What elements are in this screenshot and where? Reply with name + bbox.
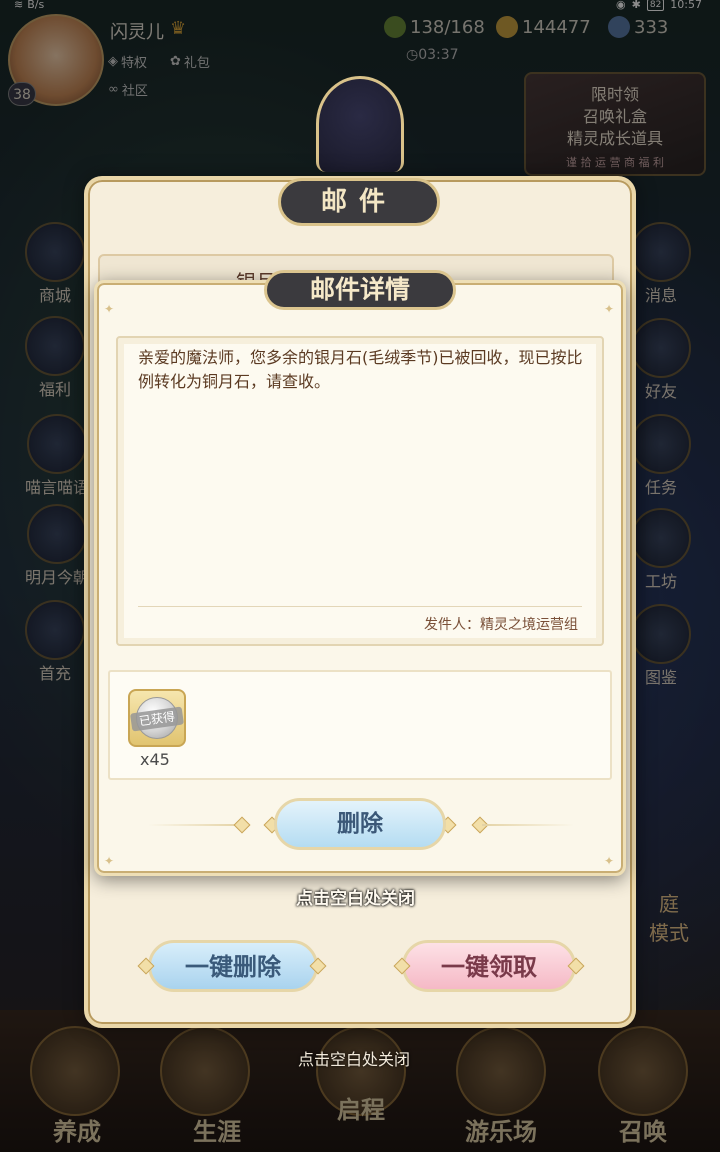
close-hint: 点击空白处关闭	[296, 889, 415, 909]
attachment-quantity: x45	[140, 750, 170, 769]
message-body: 亲爱的魔法师，您多余的银月石(毛绒季节)已被回收，现已按比例转化为铜月石，请查收…	[138, 348, 583, 391]
mail-sender: 发件人：精灵之境运营组	[424, 617, 578, 633]
mail-panel-title: 邮件	[278, 178, 440, 226]
divider-line	[148, 824, 240, 826]
divider-line	[482, 824, 574, 826]
corner-ornament: ✦	[604, 854, 615, 868]
close-hint-lower: 点击空白处关闭	[298, 1050, 411, 1069]
claim-all-button[interactable]: 一键领取	[402, 940, 576, 992]
delete-all-button[interactable]: 一键删除	[148, 940, 318, 992]
corner-ornament: ✦	[604, 302, 615, 316]
delete-button[interactable]: 删除	[274, 798, 446, 850]
mail-detail-title: 邮件详情	[264, 270, 456, 310]
moon-crest-decoration	[316, 76, 404, 172]
message-divider	[138, 606, 582, 607]
corner-ornament: ✦	[104, 854, 115, 868]
corner-ornament: ✦	[104, 302, 115, 316]
